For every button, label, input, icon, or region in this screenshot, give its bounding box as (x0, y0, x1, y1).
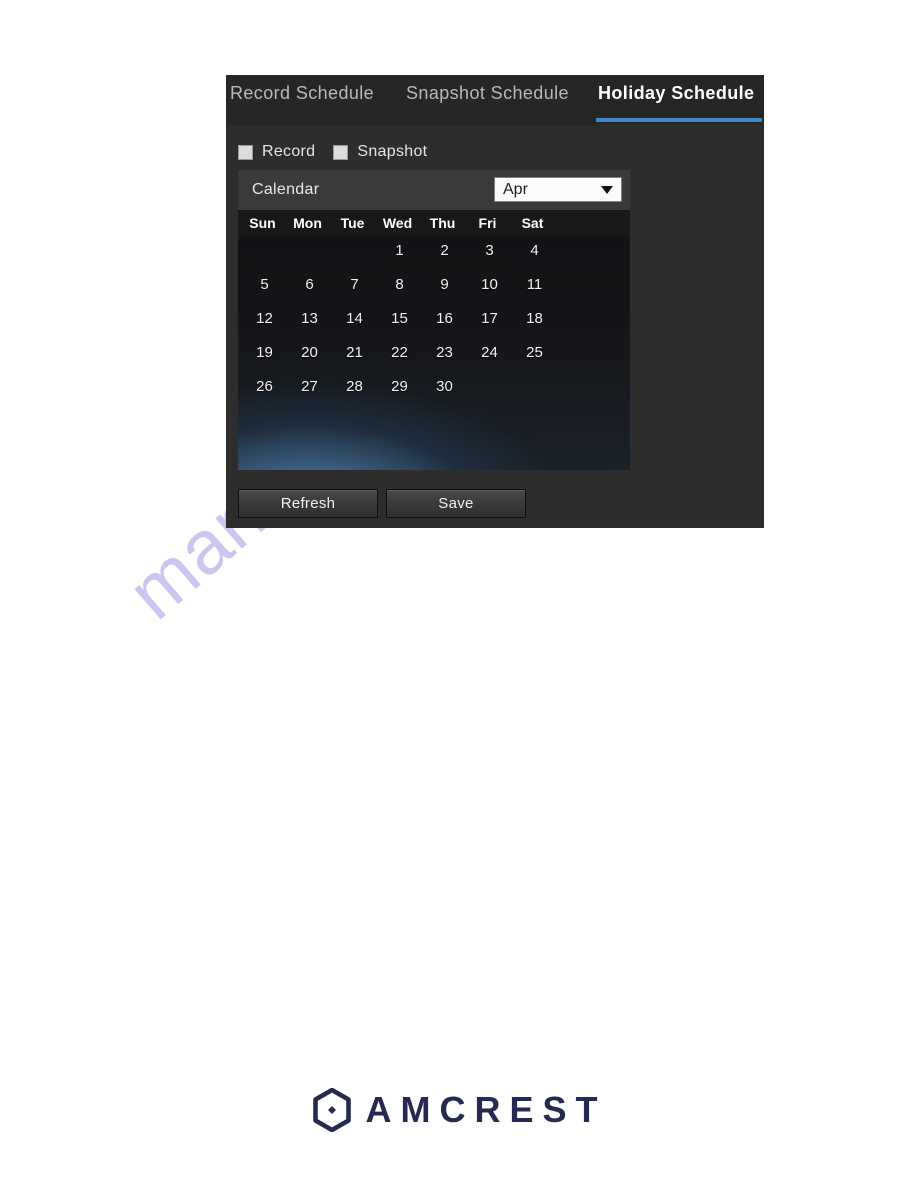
calendar-day-12[interactable]: 12 (242, 310, 287, 327)
tab-snapshot-schedule[interactable]: Snapshot Schedule (406, 83, 569, 104)
checkbox-snapshot[interactable] (333, 144, 349, 160)
calendar-day-3[interactable]: 3 (467, 242, 512, 259)
calendar-day-17[interactable]: 17 (467, 310, 512, 327)
panel-actions: Refresh Save (238, 489, 526, 518)
checkbox-group-snapshot[interactable]: Snapshot (333, 143, 427, 161)
calendar-day-26[interactable]: 26 (242, 378, 287, 395)
checkbox-record-label: Record (262, 143, 316, 160)
calendar-weekday-sat: Sat (521, 215, 544, 231)
brand-wordmark: AMCREST (365, 1089, 607, 1130)
calendar-day-18[interactable]: 18 (512, 310, 557, 327)
calendar-day-7[interactable]: 7 (332, 276, 377, 293)
calendar-weekday-tue: Tue (340, 215, 365, 231)
calendar-weekday-wed: Wed (382, 215, 413, 231)
calendar-day-14[interactable]: 14 (332, 310, 377, 327)
calendar-day-1[interactable]: 1 (377, 242, 422, 259)
calendar-weekday-thu: Thu (429, 215, 456, 231)
checkbox-group-record[interactable]: Record (238, 143, 315, 161)
calendar-header: Calendar Apr (238, 170, 630, 210)
chevron-down-icon (601, 185, 613, 194)
calendar-day-11[interactable]: 11 (512, 276, 557, 293)
calendar-weekday-sun: Sun (249, 215, 276, 231)
calendar-weekday-mon: Mon (293, 215, 322, 231)
active-tab-indicator (596, 118, 762, 122)
calendar-day-28[interactable]: 28 (332, 378, 377, 395)
calendar-day-5[interactable]: 5 (242, 276, 287, 293)
holiday-schedule-panel: Record Schedule Snapshot Schedule Holida… (226, 75, 764, 528)
calendar-day-grid: 1 2 3 4 5 6 7 8 9 10 11 12 13 14 15 16 17 18 19 20 21 22 23 24 2… (238, 236, 630, 470)
calendar-day-30[interactable]: 30 (422, 378, 467, 395)
calendar-day-6[interactable]: 6 (287, 276, 332, 293)
calendar-label: Calendar (252, 181, 320, 198)
calendar-day-10[interactable]: 10 (467, 276, 512, 293)
calendar-day-16[interactable]: 16 (422, 310, 467, 327)
hexagon-logo-icon (312, 1088, 351, 1132)
calendar-day-22[interactable]: 22 (377, 344, 422, 361)
calendar-day-29[interactable]: 29 (377, 378, 422, 395)
calendar-day-9[interactable]: 9 (422, 276, 467, 293)
tab-record-schedule[interactable]: Record Schedule (230, 83, 374, 104)
calendar-day-13[interactable]: 13 (287, 310, 332, 327)
calendar-day-15[interactable]: 15 (377, 310, 422, 327)
calendar-day-20[interactable]: 20 (287, 344, 332, 361)
calendar-day-24[interactable]: 24 (467, 344, 512, 361)
calendar-weekday-fri: Fri (478, 215, 497, 231)
calendar-day-23[interactable]: 23 (422, 344, 467, 361)
save-button[interactable]: Save (386, 489, 526, 518)
calendar-widget: Calendar Apr Sun Mon Tue Wed Thu Fri Sat 12345… (238, 170, 630, 470)
calendar-day-2[interactable]: 2 (422, 242, 467, 259)
footer-brand: AMCREST (0, 1088, 918, 1132)
month-select-value: Apr (503, 180, 528, 198)
schedule-tabbar: Record Schedule Snapshot Schedule Holida… (226, 75, 764, 125)
calendar-day-19[interactable]: 19 (242, 344, 287, 361)
calendar-day-21[interactable]: 21 (332, 344, 377, 361)
calendar-day-25[interactable]: 25 (512, 344, 557, 361)
checkbox-snapshot-label: Snapshot (357, 143, 428, 160)
schedule-type-checkboxes: Record Snapshot (238, 143, 445, 161)
calendar-day-8[interactable]: 8 (377, 276, 422, 293)
calendar-day-27[interactable]: 27 (287, 378, 332, 395)
month-select[interactable]: Apr (494, 177, 622, 202)
calendar-weekday-header: Sun Mon Tue Wed Thu Fri Sat (238, 210, 630, 236)
tab-holiday-schedule[interactable]: Holiday Schedule (598, 83, 754, 104)
calendar-day-4[interactable]: 4 (512, 242, 557, 259)
checkbox-record[interactable] (238, 144, 253, 160)
refresh-button[interactable]: Refresh (238, 489, 378, 518)
